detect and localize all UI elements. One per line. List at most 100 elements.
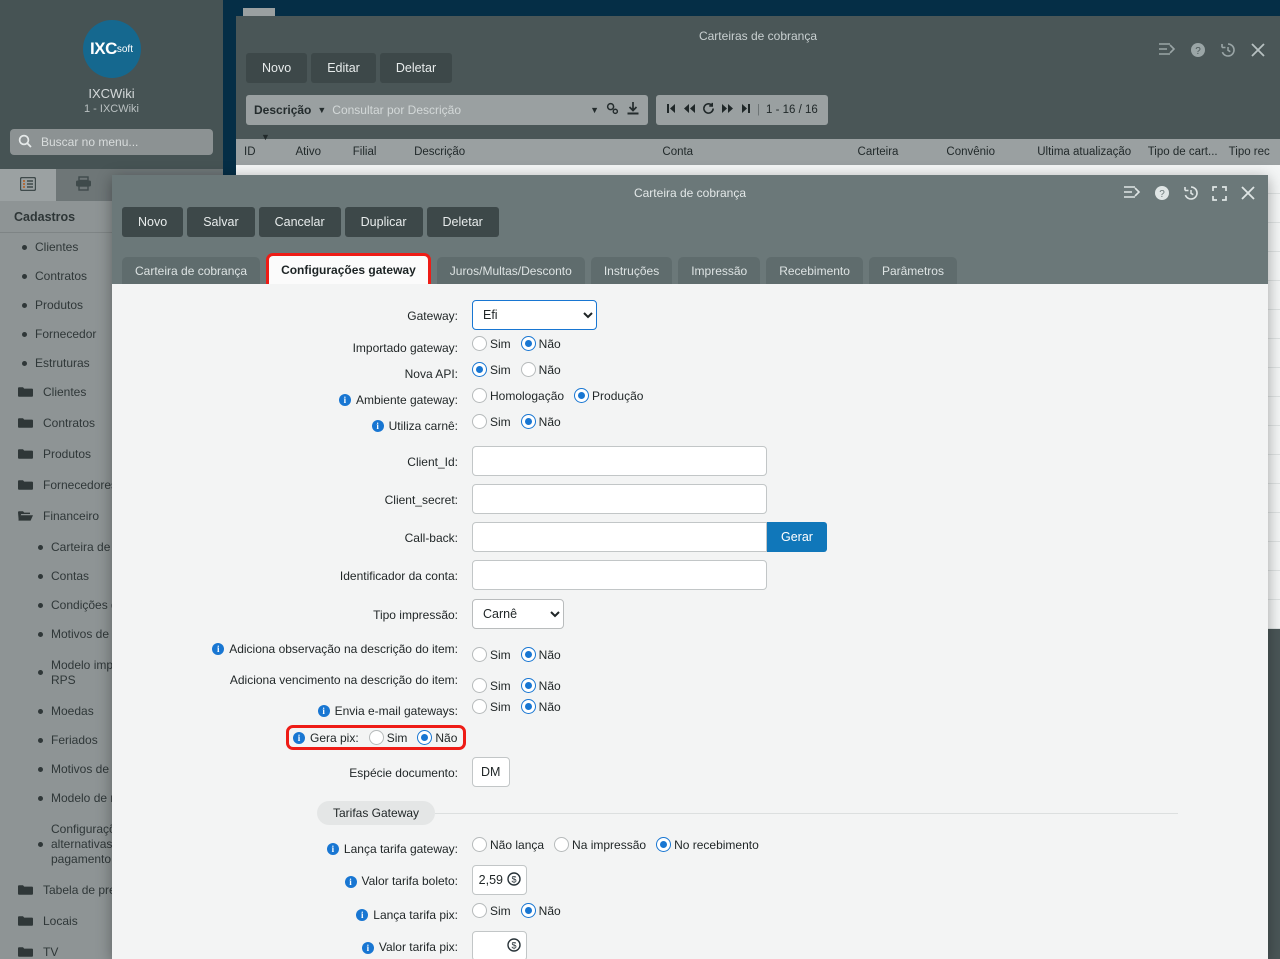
tab-parametros[interactable]: Parâmetros (868, 257, 957, 284)
radio-importado-gateway-sim[interactable]: Sim (472, 336, 511, 351)
column-header-convenio[interactable]: Convênio (938, 146, 1029, 158)
info-icon[interactable]: i (344, 876, 357, 888)
salvar-button[interactable]: Salvar (187, 207, 255, 237)
history-icon[interactable] (1183, 185, 1199, 204)
radio-envia-email-sim[interactable]: Sim (472, 699, 511, 714)
valor-tarifa-boleto-input[interactable]: 2,59 $ (472, 865, 527, 895)
sidebar-tab-list[interactable] (0, 169, 56, 201)
radio-envia-email-nao[interactable]: Não (520, 699, 561, 714)
radio-ambiente-producao[interactable]: Produção (574, 388, 643, 403)
column-header-carteira[interactable]: Carteira (850, 146, 939, 158)
chevron-down-icon[interactable]: ▼ (317, 105, 326, 115)
radio-dot-selected (656, 837, 672, 852)
editar-button-list[interactable]: Editar (311, 53, 376, 83)
expand-icon[interactable] (1212, 185, 1227, 204)
column-header-ultima-atualizacao[interactable]: Última atualização (1029, 146, 1140, 158)
info-icon[interactable]: i (371, 420, 384, 432)
info-icon[interactable]: i (212, 643, 225, 655)
column-header-conta[interactable]: Conta (654, 146, 849, 158)
call-back-input[interactable] (472, 522, 767, 552)
chevron-down-icon-2[interactable]: ▼ (590, 105, 599, 115)
info-icon[interactable]: i (361, 942, 374, 954)
tipo-impressao-select[interactable]: Carnê (472, 599, 564, 629)
bullet-icon (38, 545, 43, 550)
client-secret-input[interactable] (472, 484, 767, 514)
bullet-icon (38, 738, 43, 743)
refresh-icon[interactable] (702, 102, 715, 118)
radio-group-nova-api: Sim Não (472, 362, 561, 377)
download-icon[interactable] (626, 101, 640, 119)
radio-adiciona-vencimento-sim[interactable]: Sim (472, 678, 511, 693)
currency-dollar-icon[interactable]: $ (507, 871, 521, 889)
currency-dollar-icon[interactable]: $ (507, 937, 521, 955)
close-icon[interactable] (1250, 42, 1266, 61)
radio-lanca-tarifa-nao-lanca[interactable]: Não lança (472, 837, 544, 852)
close-icon[interactable] (1240, 185, 1256, 204)
search-box[interactable]: Descrição ▼ Consultar por Descrição ▼ (246, 95, 648, 125)
valor-tarifa-pix-input[interactable]: $ (472, 931, 527, 959)
tab-configuracoes-gateway[interactable]: Configurações gateway (266, 253, 431, 284)
first-page-icon[interactable] (666, 103, 677, 117)
tab-impressao[interactable]: Impressão (678, 257, 761, 284)
radio-nova-api-sim[interactable]: Sim (472, 362, 511, 377)
radio-adiciona-observacao-nao[interactable]: Não (520, 647, 561, 662)
last-page-icon[interactable] (740, 103, 751, 117)
info-icon[interactable]: i (293, 732, 305, 744)
column-header-tipo-recebimento[interactable]: Tipo rec (1221, 146, 1280, 158)
menu-collapse-icon[interactable] (1159, 43, 1176, 60)
gerar-button[interactable]: Gerar (767, 522, 827, 552)
help-icon[interactable]: ? (1154, 185, 1170, 204)
identificador-conta-input[interactable] (472, 560, 767, 590)
radio-nova-api-nao[interactable]: Não (520, 362, 561, 377)
search-field-label[interactable]: Descrição (254, 103, 311, 117)
radio-lanca-tarifa-no-recebimento[interactable]: No recebimento (656, 837, 759, 852)
radio-adiciona-vencimento-nao[interactable]: Não (520, 678, 561, 693)
tab-recebimento[interactable]: Recebimento (766, 257, 863, 284)
tab-instrucoes[interactable]: Instruções (590, 257, 673, 284)
radio-ambiente-homologacao[interactable]: Homologação (472, 388, 564, 403)
radio-gera-pix-nao[interactable]: Não (417, 730, 457, 745)
sidebar-tab-print[interactable] (56, 169, 112, 201)
radio-adiciona-observacao-sim[interactable]: Sim (472, 647, 511, 662)
radio-lanca-tarifa-pix-nao[interactable]: Não (520, 903, 561, 918)
novo-button[interactable]: Novo (122, 207, 184, 237)
duplicar-button[interactable]: Duplicar (344, 207, 423, 237)
novo-button-list[interactable]: Novo (246, 53, 308, 83)
fieldset-header: Tarifas Gateway (112, 801, 1178, 825)
info-icon[interactable]: i (317, 705, 330, 717)
radio-dot-selected (417, 730, 433, 745)
especie-documento-input[interactable] (472, 757, 510, 787)
info-icon[interactable]: i (356, 909, 369, 921)
radio-utiliza-carne-sim[interactable]: Sim (472, 414, 511, 429)
tab-carteira-de-cobranca[interactable]: Carteira de cobrança (122, 257, 261, 284)
label-nova-api: Nova API: (404, 367, 458, 381)
column-header-ativo[interactable]: Ativo (287, 146, 344, 158)
column-header-tipo-de-carteira[interactable]: Tipo de cart... (1140, 146, 1221, 158)
gears-icon[interactable] (605, 101, 620, 119)
cancelar-button[interactable]: Cancelar (258, 207, 341, 237)
info-icon[interactable]: i (326, 843, 339, 855)
info-icon[interactable]: i (338, 394, 351, 406)
search-placeholder-text[interactable]: Consultar por Descrição (332, 103, 584, 117)
menu-search-wrapper[interactable] (10, 129, 213, 155)
column-header-id[interactable]: ID (236, 146, 287, 158)
tab-juros-multas-desconto[interactable]: Juros/Multas/Desconto (436, 257, 585, 284)
deletar-button[interactable]: Deletar (426, 207, 499, 237)
radio-gera-pix-sim[interactable]: Sim (368, 730, 407, 745)
radio-lanca-tarifa-na-impressao[interactable]: Na impressão (554, 837, 646, 852)
radio-lanca-tarifa-pix-sim[interactable]: Sim (472, 903, 511, 918)
help-icon[interactable]: ? (1190, 42, 1206, 61)
next-page-icon[interactable] (721, 103, 734, 117)
radio-utiliza-carne-nao[interactable]: Não (520, 414, 561, 429)
radio-importado-gateway-nao[interactable]: Não (520, 336, 561, 351)
menu-search-input[interactable] (39, 134, 205, 150)
gateway-select[interactable]: Efi (472, 300, 597, 330)
client-id-input[interactable] (472, 446, 767, 476)
history-icon[interactable] (1220, 42, 1236, 61)
prev-page-icon[interactable] (683, 103, 696, 117)
sort-caret-icon[interactable]: ▼ (261, 132, 270, 142)
column-header-filial[interactable]: Filial (345, 146, 406, 158)
deletar-button-list[interactable]: Deletar (379, 53, 453, 83)
menu-collapse-icon[interactable] (1124, 186, 1141, 203)
column-header-descricao[interactable]: Descrição (406, 146, 654, 158)
